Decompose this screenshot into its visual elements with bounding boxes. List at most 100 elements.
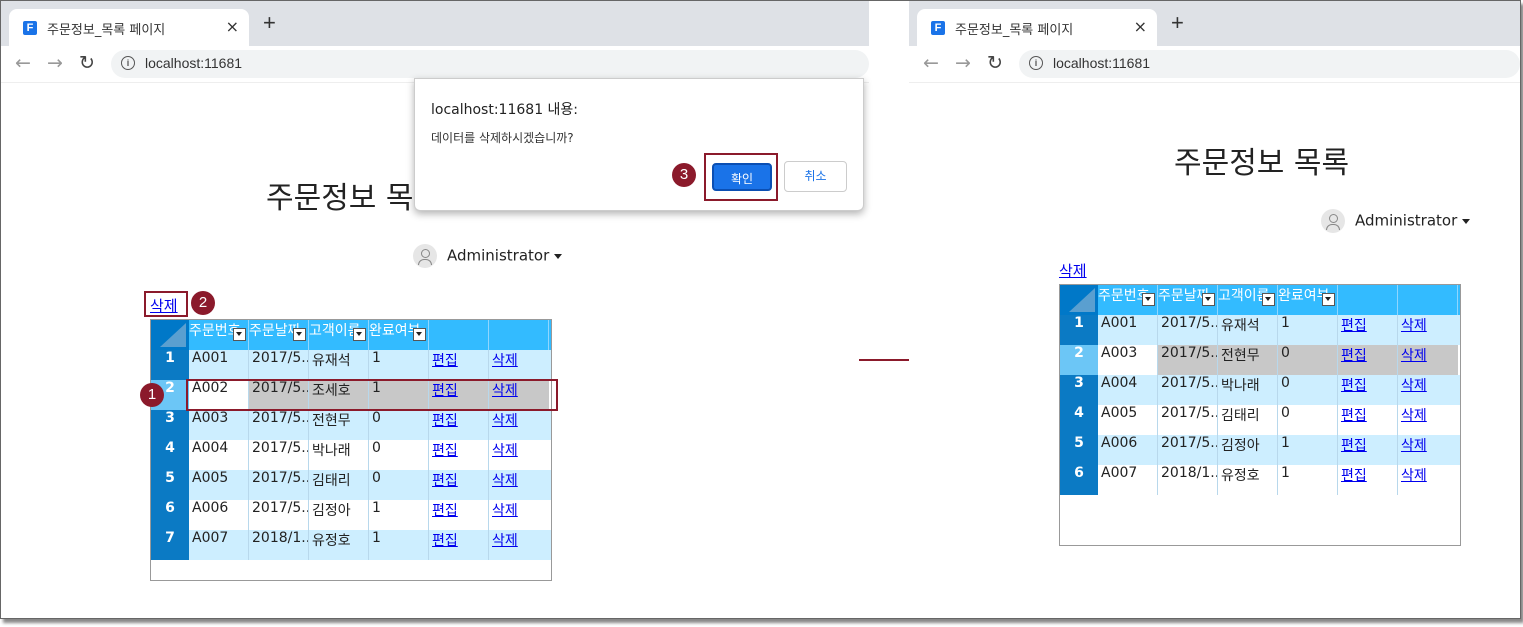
cell-date[interactable]: 2017/5...: [1158, 345, 1218, 375]
cell-date[interactable]: 2017/5...: [249, 470, 309, 500]
row-delete-link[interactable]: 삭제: [492, 443, 518, 459]
row-delete-link[interactable]: 삭제: [1401, 318, 1427, 334]
cell-name[interactable]: 김정아: [309, 500, 369, 530]
filter-dropdown-icon[interactable]: [1202, 293, 1215, 306]
reload-icon[interactable]: ↻: [987, 52, 1003, 74]
cell-done[interactable]: 0: [369, 470, 429, 500]
column-header[interactable]: 고객이름: [1218, 285, 1278, 315]
filter-dropdown-icon[interactable]: [353, 328, 366, 341]
back-icon[interactable]: ←: [923, 52, 939, 74]
column-header[interactable]: 고객이름: [309, 320, 369, 350]
cell-name[interactable]: 유정호: [1218, 465, 1278, 495]
back-icon[interactable]: ←: [15, 52, 31, 74]
table-row[interactable]: 6 A006 2017/5... 김정아 1 편집 삭제: [151, 500, 551, 530]
cell-name[interactable]: 유정호: [309, 530, 369, 560]
cell-date[interactable]: 2017/5...: [249, 410, 309, 440]
cell-date[interactable]: 2018/1...: [1158, 465, 1218, 495]
edit-link[interactable]: 편집: [1341, 468, 1367, 484]
row-number[interactable]: 5: [151, 470, 189, 500]
cell-id[interactable]: A004: [1098, 375, 1158, 405]
filter-dropdown-icon[interactable]: [1142, 293, 1155, 306]
cell-name[interactable]: 전현무: [309, 410, 369, 440]
column-header[interactable]: 주문번호: [1098, 285, 1158, 315]
address-bar[interactable]: i localhost:11681: [1019, 50, 1520, 78]
select-all-corner[interactable]: [1060, 285, 1098, 315]
table-row[interactable]: 5 A005 2017/5... 김태리 0 편집 삭제: [151, 470, 551, 500]
cell-id[interactable]: A007: [1098, 465, 1158, 495]
cell-done[interactable]: 0: [1278, 375, 1338, 405]
edit-link[interactable]: 편집: [432, 443, 458, 459]
row-delete-link[interactable]: 삭제: [1401, 378, 1427, 394]
row-number[interactable]: 6: [151, 500, 189, 530]
cell-date[interactable]: 2017/5...: [1158, 315, 1218, 345]
cell-done[interactable]: 1: [1278, 315, 1338, 345]
cell-date[interactable]: 2017/5...: [249, 350, 309, 380]
row-number[interactable]: 5: [1060, 435, 1098, 465]
new-tab-button[interactable]: +: [1171, 12, 1184, 34]
browser-tab[interactable]: F 주문정보_목록 페이지 ×: [9, 9, 249, 46]
table-row[interactable]: 6 A007 2018/1... 유정호 1 편집 삭제: [1060, 465, 1460, 495]
row-number[interactable]: 6: [1060, 465, 1098, 495]
row-number[interactable]: 7: [151, 530, 189, 560]
info-icon[interactable]: i: [1029, 56, 1043, 70]
confirm-cancel-button[interactable]: 취소: [784, 161, 847, 192]
row-delete-link[interactable]: 삭제: [492, 473, 518, 489]
row-number[interactable]: 1: [151, 350, 189, 380]
row-delete-link[interactable]: 삭제: [1401, 348, 1427, 364]
cell-name[interactable]: 유재석: [1218, 315, 1278, 345]
close-tab-icon[interactable]: ×: [226, 17, 239, 36]
cell-id[interactable]: A006: [189, 500, 249, 530]
cell-id[interactable]: A001: [1098, 315, 1158, 345]
cell-date[interactable]: 2017/5...: [249, 500, 309, 530]
cell-name[interactable]: 전현무: [1218, 345, 1278, 375]
cell-id[interactable]: A003: [1098, 345, 1158, 375]
cell-date[interactable]: 2017/5...: [1158, 375, 1218, 405]
cell-done[interactable]: 0: [369, 410, 429, 440]
edit-link[interactable]: 편집: [432, 503, 458, 519]
browser-tab[interactable]: F 주문정보_목록 페이지 ×: [917, 9, 1157, 46]
new-tab-button[interactable]: +: [263, 12, 276, 34]
filter-dropdown-icon[interactable]: [413, 328, 426, 341]
row-number[interactable]: 1: [1060, 315, 1098, 345]
address-bar[interactable]: i localhost:11681: [111, 50, 869, 78]
filter-dropdown-icon[interactable]: [1262, 293, 1275, 306]
row-delete-link[interactable]: 삭제: [492, 413, 518, 429]
table-row[interactable]: 2 A003 2017/5... 전현무 0 편집 삭제: [1060, 345, 1460, 375]
forward-icon[interactable]: →: [955, 52, 971, 74]
cell-done[interactable]: 1: [369, 500, 429, 530]
cell-name[interactable]: 박나래: [1218, 375, 1278, 405]
edit-link[interactable]: 편집: [432, 353, 458, 369]
select-all-corner[interactable]: [151, 320, 189, 350]
cell-date[interactable]: 2017/5...: [1158, 405, 1218, 435]
edit-link[interactable]: 편집: [1341, 318, 1367, 334]
row-delete-link[interactable]: 삭제: [492, 533, 518, 549]
table-row[interactable]: 1 A001 2017/5... 유재석 1 편집 삭제: [1060, 315, 1460, 345]
table-row[interactable]: 1 A001 2017/5... 유재석 1 편집 삭제: [151, 350, 551, 380]
forward-icon[interactable]: →: [47, 52, 63, 74]
table-row[interactable]: 7 A007 2018/1... 유정호 1 편집 삭제: [151, 530, 551, 560]
cell-id[interactable]: A001: [189, 350, 249, 380]
cell-name[interactable]: 김태리: [309, 470, 369, 500]
row-delete-link[interactable]: 삭제: [1401, 408, 1427, 424]
column-header[interactable]: 완료여부: [369, 320, 429, 350]
table-row[interactable]: 5 A006 2017/5... 김정아 1 편집 삭제: [1060, 435, 1460, 465]
cell-done[interactable]: 0: [1278, 345, 1338, 375]
edit-link[interactable]: 편집: [432, 533, 458, 549]
cell-id[interactable]: A007: [189, 530, 249, 560]
column-header[interactable]: 주문날짜: [1158, 285, 1218, 315]
row-delete-link[interactable]: 삭제: [1401, 438, 1427, 454]
cell-id[interactable]: A006: [1098, 435, 1158, 465]
cell-name[interactable]: 김태리: [1218, 405, 1278, 435]
row-delete-link[interactable]: 삭제: [1401, 468, 1427, 484]
table-row[interactable]: 4 A004 2017/5... 박나래 0 편집 삭제: [151, 440, 551, 470]
table-row[interactable]: 4 A005 2017/5... 김태리 0 편집 삭제: [1060, 405, 1460, 435]
edit-link[interactable]: 편집: [1341, 408, 1367, 424]
edit-link[interactable]: 편집: [432, 473, 458, 489]
column-header[interactable]: 주문날짜: [249, 320, 309, 350]
cell-name[interactable]: 박나래: [309, 440, 369, 470]
row-number[interactable]: 4: [1060, 405, 1098, 435]
cell-id[interactable]: A005: [1098, 405, 1158, 435]
table-row[interactable]: 3 A004 2017/5... 박나래 0 편집 삭제: [1060, 375, 1460, 405]
cell-id[interactable]: A004: [189, 440, 249, 470]
cell-done[interactable]: 1: [369, 350, 429, 380]
